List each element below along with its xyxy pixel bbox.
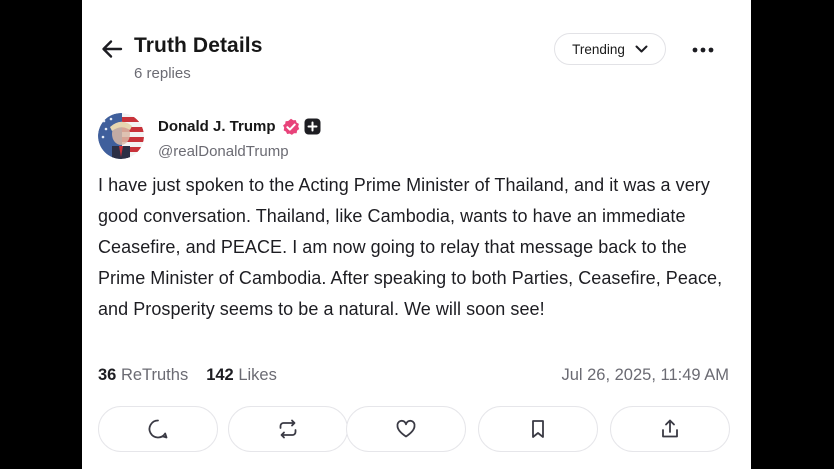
post-stats: 36 ReTruths 142 Likes (98, 366, 277, 385)
share-icon (659, 418, 681, 440)
page-title: Truth Details (134, 34, 263, 57)
likes-label: Likes (238, 366, 277, 384)
sort-dropdown[interactable]: Trending (554, 33, 666, 65)
more-options-button[interactable] (688, 36, 718, 64)
likes-stat[interactable]: 142 Likes (206, 366, 277, 385)
share-button[interactable] (610, 406, 730, 452)
post-timestamp: Jul 26, 2025, 11:49 AM (561, 366, 729, 384)
action-bar (98, 406, 734, 452)
truth-details-screen: Truth Details 6 replies Trending Donald … (82, 0, 751, 469)
author-handle: @realDonaldTrump (158, 143, 289, 160)
likes-count: 142 (206, 366, 234, 384)
verified-badge-icon (282, 118, 300, 136)
retruth-button[interactable] (228, 406, 348, 452)
author-name[interactable]: Donald J. Trump (158, 118, 276, 135)
bookmark-icon (527, 418, 549, 440)
retruths-label: ReTruths (120, 366, 189, 384)
header: Truth Details 6 replies Trending (82, 0, 751, 100)
back-button[interactable] (98, 36, 126, 62)
more-horizontal-icon (692, 47, 714, 53)
like-button[interactable] (346, 406, 466, 452)
retruths-stat[interactable]: 36 ReTruths (98, 366, 188, 385)
chat-bubble-icon (147, 418, 169, 440)
reply-count: 6 replies (134, 65, 191, 82)
reply-button[interactable] (98, 406, 218, 452)
sort-label: Trending (572, 41, 625, 57)
heart-icon (395, 418, 417, 440)
arrow-left-icon (101, 39, 123, 59)
plus-badge-icon (304, 118, 321, 135)
retruths-count: 36 (98, 366, 117, 384)
chevron-down-icon (635, 45, 648, 53)
bookmark-button[interactable] (478, 406, 598, 452)
post-text: I have just spoken to the Acting Prime M… (98, 175, 723, 319)
repost-icon (277, 418, 299, 440)
avatar[interactable] (98, 113, 144, 159)
